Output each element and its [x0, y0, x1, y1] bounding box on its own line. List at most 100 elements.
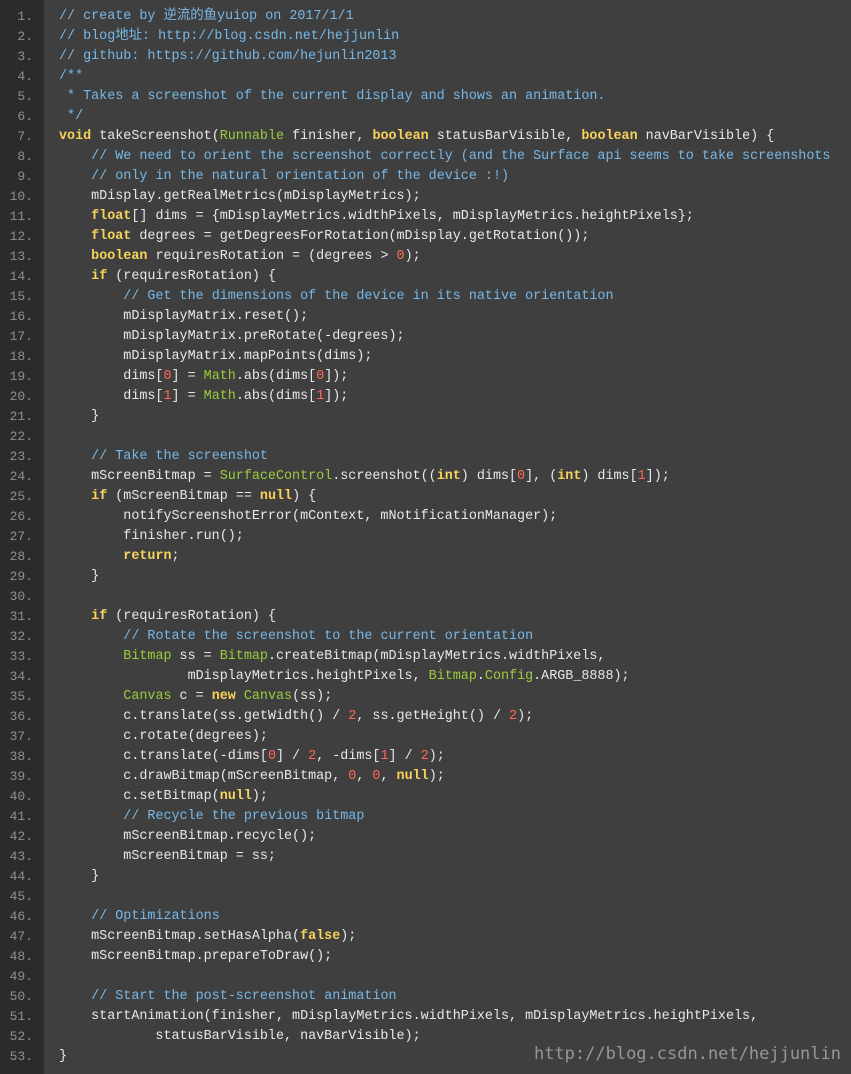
text-token: startAnimation(finisher, mDisplayMetrics…	[59, 1009, 759, 1024]
line-number: 27.	[9, 529, 33, 544]
keyword-token: new	[211, 689, 236, 704]
comment-token: */	[59, 109, 84, 124]
text-token: .abs(dims[	[235, 389, 317, 404]
line-number: 22.	[9, 429, 33, 444]
code-text: mScreenBitmap = ss;	[59, 847, 276, 867]
code-text: mDisplayMetrics.heightPixels, Bitmap.Con…	[59, 667, 630, 687]
line-number: 25.	[9, 489, 33, 504]
number-token: 0	[396, 249, 405, 264]
code-line: 39. c.drawBitmap(mScreenBitmap, 0, 0, nu…	[0, 767, 851, 787]
code-text: // Get the dimensions of the device in i…	[59, 287, 613, 307]
text-token: , -dims[	[316, 749, 381, 764]
line-number: 29.	[9, 569, 33, 584]
code-line: 25. if (mScreenBitmap == null) {	[0, 487, 851, 507]
line-number: 44.	[9, 869, 33, 884]
code-line: 38. c.translate(-dims[0] / 2, -dims[1] /…	[0, 747, 851, 767]
text-token: mDisplay.getRealMetrics(mDisplayMetrics)…	[59, 189, 421, 204]
text-token: ,	[380, 769, 397, 784]
line-number: 40.	[9, 789, 33, 804]
line-number: 37.	[9, 729, 33, 744]
text-token: c.translate(-dims[	[59, 749, 268, 764]
keyword-token: float	[91, 229, 132, 244]
text-token: (requiresRotation) {	[107, 609, 276, 624]
code-line: 34. mDisplayMetrics.heightPixels, Bitmap…	[0, 667, 851, 687]
code-text: // create by 逆流的鱼yuiop on 2017/1/1	[59, 7, 354, 27]
keyword-token: void	[59, 129, 92, 144]
code-text: dims[1] = Math.abs(dims[1]);	[59, 387, 348, 407]
text-token: );	[428, 769, 445, 784]
line-number: 21.	[9, 409, 33, 424]
line-number: 6.	[17, 109, 33, 124]
text-token: c.translate(ss.getWidth() /	[59, 709, 349, 724]
line-number: 18.	[9, 349, 33, 364]
code-line: 2. // blog地址: http://blog.csdn.net/hejjun…	[0, 27, 851, 47]
code-text: */	[59, 107, 83, 127]
text-token: (requiresRotation) {	[107, 269, 276, 284]
code-text: mScreenBitmap.prepareToDraw();	[59, 947, 332, 967]
code-text: return;	[59, 547, 179, 567]
line-number: 34.	[9, 669, 33, 684]
code-text: }	[59, 867, 99, 887]
line-number: 41.	[9, 809, 33, 824]
text-token: mScreenBitmap.setHasAlpha(	[59, 929, 301, 944]
code-text: // Optimizations	[59, 907, 220, 927]
comment-token: // Start the post-screenshot animation	[91, 989, 397, 1004]
text-token: statusBarVisible, navBarVisible);	[59, 1029, 421, 1044]
keyword-token: return	[123, 549, 172, 564]
code-line: 49.	[0, 967, 851, 987]
line-number: 14.	[9, 269, 33, 284]
code-text: float[] dims = {mDisplayMetrics.widthPix…	[59, 207, 694, 227]
code-line: 30.	[0, 587, 851, 607]
code-text: }	[59, 407, 99, 427]
code-text: // Rotate the screenshot to the current …	[59, 627, 533, 647]
text-token: dims[	[59, 389, 164, 404]
text-token: );	[404, 249, 421, 264]
code-text: c.setBitmap(null);	[59, 787, 268, 807]
code-text: c.drawBitmap(mScreenBitmap, 0, 0, null);	[59, 767, 445, 787]
text-token: );	[251, 789, 268, 804]
type-token: Bitmap	[219, 649, 268, 664]
type-token: Canvas	[243, 689, 293, 704]
type-token: Bitmap	[123, 649, 172, 664]
line-number: 16.	[9, 309, 33, 324]
code-text: // only in the natural orientation of th…	[59, 167, 509, 187]
text-token: mDisplayMetrics.heightPixels,	[59, 669, 429, 684]
line-number: 19.	[9, 369, 33, 384]
line-number: 31.	[9, 609, 33, 624]
code-line: 26. notifyScreenshotError(mContext, mNot…	[0, 507, 851, 527]
number-token: 2	[308, 749, 317, 764]
comment-token: // blog地址: http://blog.csdn.net/hejjunli…	[59, 29, 400, 44]
comment-token: // create by 逆流的鱼yuiop on 2017/1/1	[59, 9, 354, 24]
code-line: 8. // We need to orient the screenshot c…	[0, 147, 851, 167]
code-line: 22.	[0, 427, 851, 447]
line-number: 24.	[9, 469, 33, 484]
text-token: c.setBitmap(	[59, 789, 220, 804]
number-token: 1	[637, 469, 646, 484]
text-token: requiresRotation = (degrees >	[147, 249, 397, 264]
code-line: 13. boolean requiresRotation = (degrees …	[0, 247, 851, 267]
text-token: ] /	[275, 749, 309, 764]
code-line: 31. if (requiresRotation) {	[0, 607, 851, 627]
keyword-token: int	[436, 469, 461, 484]
comment-token: * Takes a screenshot of the current disp…	[59, 89, 606, 104]
text-token: (mScreenBitmap ==	[107, 489, 260, 504]
code-text: * Takes a screenshot of the current disp…	[59, 87, 605, 107]
text-token: .abs(dims[	[235, 369, 317, 384]
text-token: statusBarVisible,	[428, 129, 582, 144]
code-text: // Start the post-screenshot animation	[59, 987, 397, 1007]
text-token: mScreenBitmap.prepareToDraw();	[59, 949, 333, 964]
code-line: 27. finisher.run();	[0, 527, 851, 547]
code-text: }	[59, 1047, 67, 1067]
type-token: Config	[484, 669, 534, 684]
keyword-token: if	[91, 489, 108, 504]
text-token: dims[	[59, 369, 164, 384]
line-number: 53.	[9, 1049, 33, 1064]
text-token: ]);	[645, 469, 670, 484]
line-number: 35.	[9, 689, 33, 704]
type-token: Bitmap	[428, 669, 477, 684]
text-token: }	[59, 569, 100, 584]
